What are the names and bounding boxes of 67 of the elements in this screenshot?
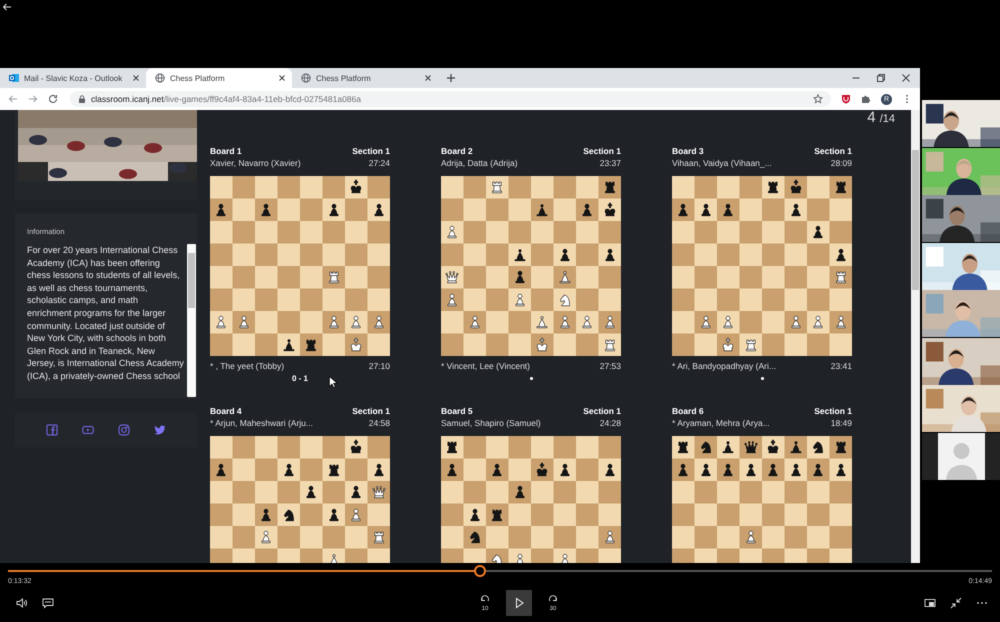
player-name: * Ari, Bandyopadhyay (Ari... <box>672 361 776 372</box>
lock-icon <box>78 95 86 103</box>
board-title: Board 3 <box>672 146 704 157</box>
restore-icon[interactable] <box>877 74 885 82</box>
captions-icon[interactable] <box>42 597 54 609</box>
close-icon[interactable] <box>424 74 432 82</box>
board-title: Board 5 <box>441 406 473 417</box>
close-icon[interactable] <box>132 74 140 82</box>
player-name: * , The yeet (Tobby) <box>210 361 284 372</box>
section-label: Section 1 <box>583 406 621 417</box>
player-name: Samuel, Shapiro (Samuel) <box>441 418 541 430</box>
youtube-icon[interactable] <box>82 424 94 436</box>
clock-time: 23:41 <box>830 361 852 372</box>
player-name: Vihaan, Vaidya (Vihaan_... <box>672 158 772 170</box>
info-text: For over 20 years International Chess Academy (ICA) has been offering chess lessons to students of all levels, as well as chess tournaments, scholastic camps, and math enrichment programs for the larger community. Located just outside of New York City, with schools in both Glen Rock and in Teaneck, New Jersey, is International Chess Academy (ICA), a privately-owned Chess school <box>27 244 185 383</box>
address-bar[interactable]: classroom.icanj.net/live-games/ff9c4af4-83a4-11eb-bfcd-0275481a086a <box>70 91 831 107</box>
clock-time: 24:28 <box>600 418 621 430</box>
reload-icon[interactable] <box>48 94 58 104</box>
cursor-icon <box>329 376 337 388</box>
mail-icon <box>9 73 19 83</box>
globe-icon <box>155 73 165 83</box>
section-label: Section 1 <box>352 146 390 157</box>
progress-handle[interactable] <box>474 565 486 577</box>
exit-fullscreen-icon[interactable] <box>950 597 962 609</box>
puzzle-icon[interactable] <box>861 94 871 104</box>
facebook-icon[interactable] <box>46 424 58 436</box>
player-name: Xavier, Navarro (Xavier) <box>210 158 301 170</box>
play-button[interactable] <box>506 590 532 616</box>
volume-icon[interactable] <box>16 597 28 609</box>
section-label: Section 1 <box>583 146 621 157</box>
scrollbar[interactable] <box>187 244 196 397</box>
twitter-icon[interactable] <box>154 424 166 436</box>
shield-icon[interactable] <box>841 94 851 104</box>
close-icon[interactable] <box>902 74 910 82</box>
clock-time: 27:53 <box>600 361 621 372</box>
browser-tab[interactable]: Mail - Slavic Koza - Outlook <box>0 68 146 88</box>
game-result: 0 - 1 <box>292 374 308 383</box>
section-label: Section 1 <box>814 146 852 157</box>
board-title: Board 4 <box>210 406 242 417</box>
board-title: Board 2 <box>441 146 473 157</box>
clock-time: 27:24 <box>368 158 390 170</box>
browser-tab[interactable]: Chess Platform <box>292 68 438 88</box>
player-name: * Arjun, Maheshwari (Arju... <box>210 418 313 430</box>
player-name: Adrija, Datta (Adrija) <box>441 158 518 170</box>
star-icon[interactable] <box>813 94 823 104</box>
address-text: classroom.icanj.net/live-games/ff9c4af4-83a4-11eb-bfcd-0275481a086a <box>91 94 361 104</box>
close-icon[interactable] <box>278 74 286 82</box>
page-counter: 4 /14 <box>867 110 895 128</box>
board-title: Board 6 <box>672 406 704 417</box>
browser-tab[interactable]: Chess Platform <box>146 68 292 88</box>
board-title: Board 1 <box>210 146 242 157</box>
section-label: Section 1 <box>352 406 390 417</box>
clock-time: 28:09 <box>830 158 852 170</box>
section-label: Section 1 <box>814 406 852 417</box>
clock-time: 18:49 <box>830 418 852 430</box>
scrollbar[interactable] <box>911 110 920 563</box>
globe-icon <box>301 73 311 83</box>
player-name: * Aryaman, Mehra (Arya... <box>672 418 770 430</box>
forward-icon[interactable] <box>28 94 38 104</box>
mini-player-icon[interactable] <box>924 597 936 609</box>
clock-time: 27:10 <box>368 361 390 372</box>
clock-time: 24:58 <box>368 418 390 430</box>
instagram-icon[interactable] <box>118 424 130 436</box>
play-icon <box>513 597 525 609</box>
new-tab-icon[interactable] <box>446 73 456 83</box>
clock-time: 23:37 <box>600 158 621 170</box>
player-name: * Vincent, Lee (Vincent) <box>441 361 530 372</box>
